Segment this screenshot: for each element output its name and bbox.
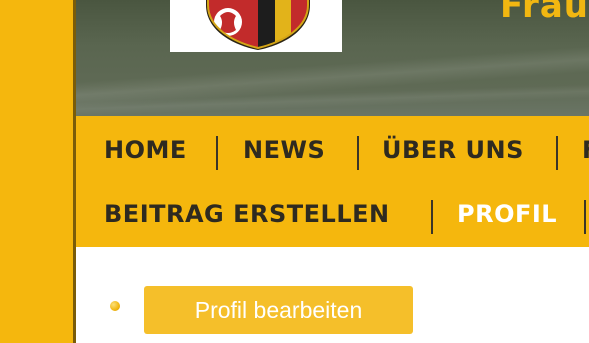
nav-separator — [584, 200, 586, 234]
main-navigation: HOME NEWS ÜBER UNS F BEITRAG ERSTELLEN P… — [76, 116, 589, 247]
nav-separator — [431, 200, 433, 234]
bullet-icon — [110, 301, 120, 311]
nav-item-home[interactable]: HOME — [104, 136, 187, 164]
nav-separator — [357, 136, 359, 170]
nav-separator — [556, 136, 558, 170]
nav-item-news[interactable]: NEWS — [243, 136, 325, 164]
site-logo[interactable] — [170, 0, 342, 52]
coat-of-arms-icon — [206, 0, 310, 50]
edit-profile-button[interactable]: Profil bearbeiten — [144, 286, 413, 334]
site-title: Frau — [500, 0, 589, 26]
nav-separator — [216, 136, 218, 170]
main-content: Profil bearbeiten — [76, 247, 589, 343]
left-rail — [0, 0, 73, 343]
nav-item-profil[interactable]: PROFIL — [457, 200, 557, 228]
site-header: Frau — [76, 0, 589, 116]
nav-item-ueber-uns[interactable]: ÜBER UNS — [382, 136, 524, 164]
nav-item-truncated[interactable]: F — [582, 136, 589, 164]
nav-item-beitrag-erstellen[interactable]: BEITRAG ERSTELLEN — [104, 200, 390, 228]
